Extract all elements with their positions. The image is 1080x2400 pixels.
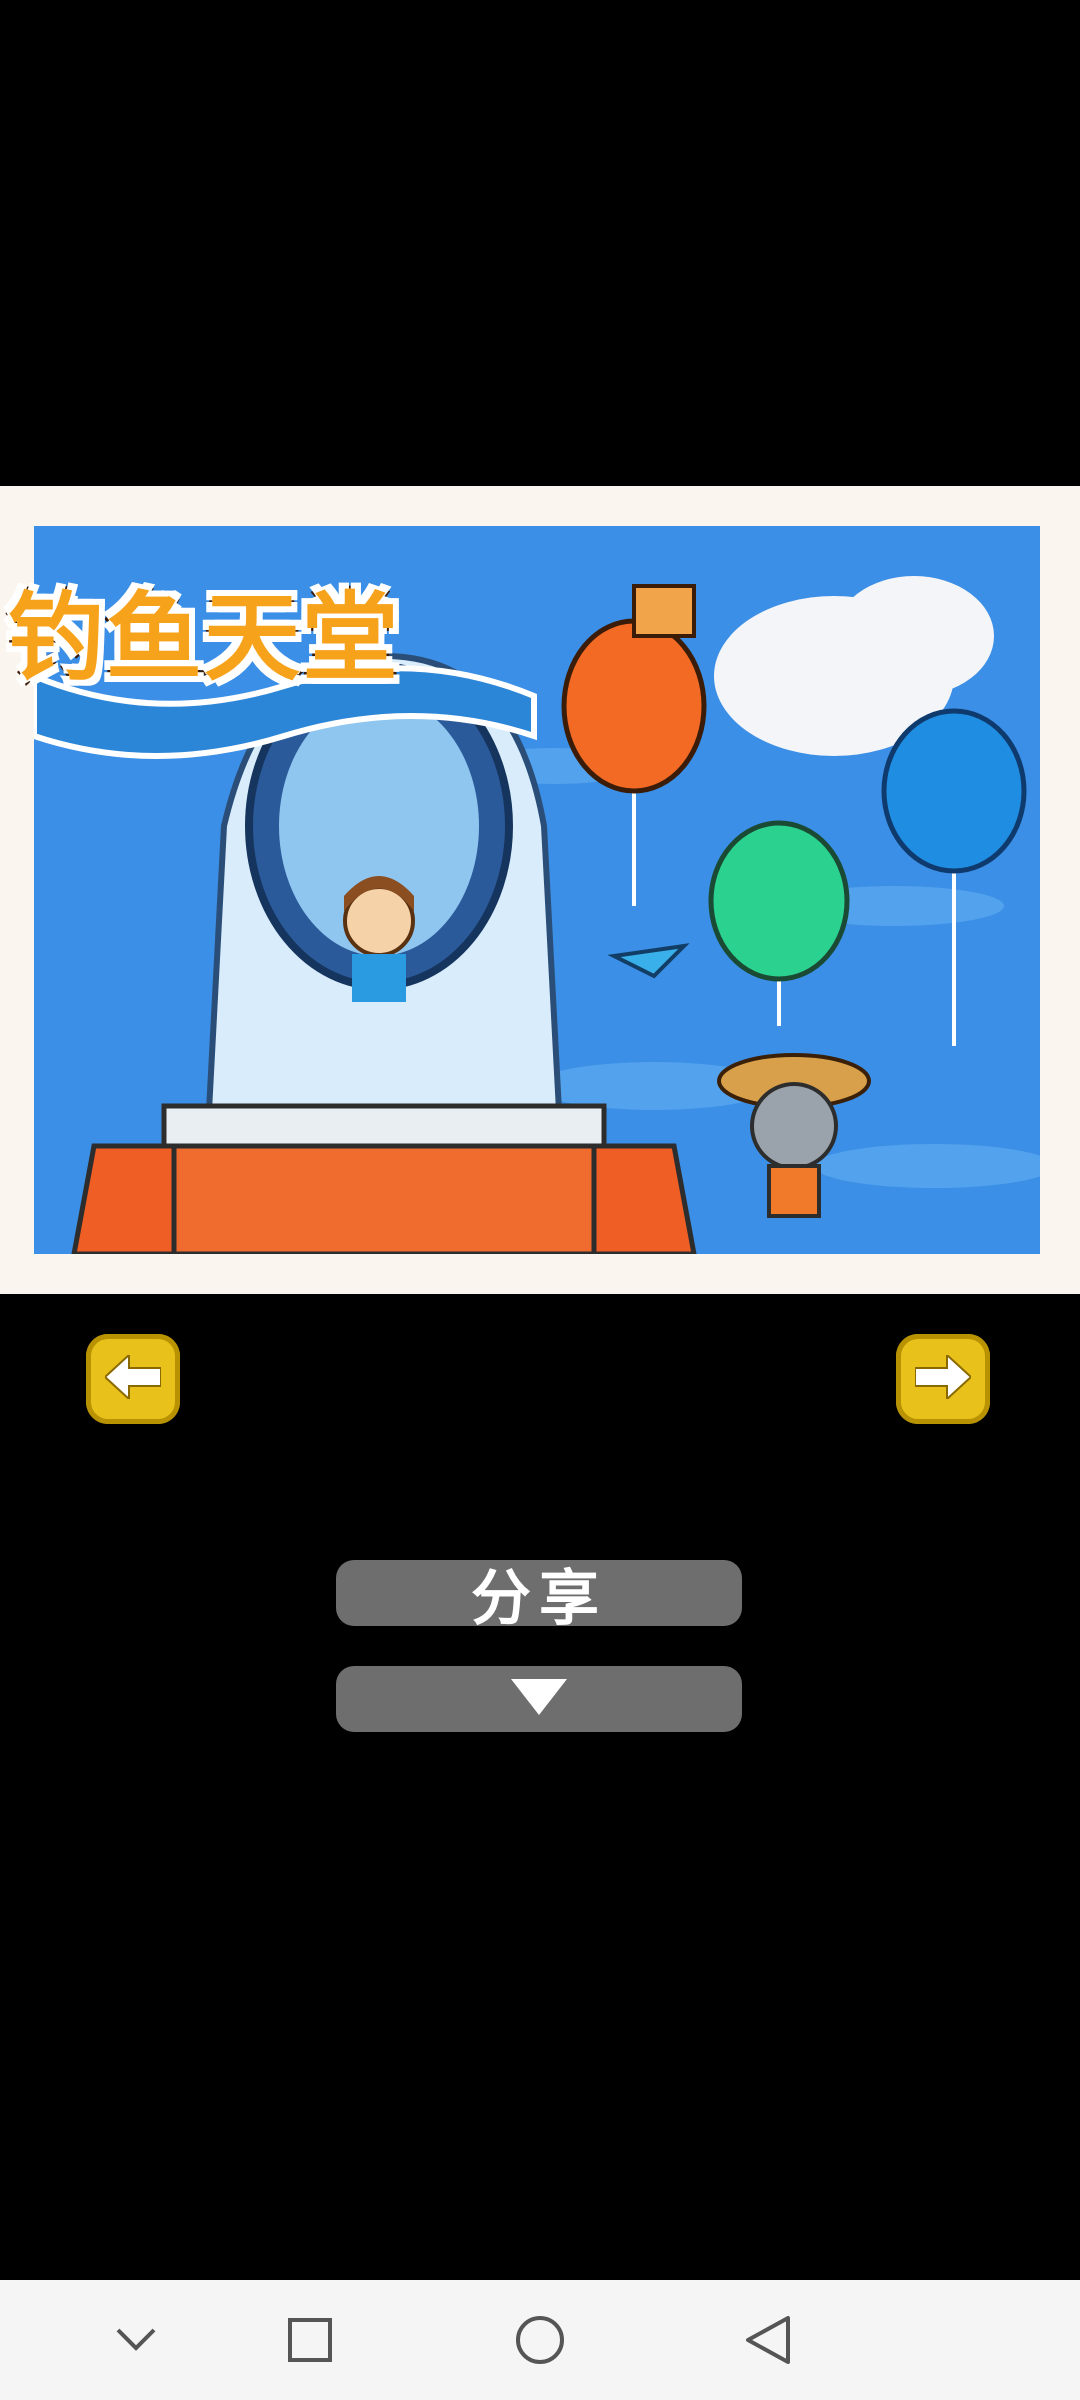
next-button[interactable] <box>896 1334 990 1424</box>
nav-back-button[interactable] <box>736 2310 800 2374</box>
arrow-left-icon <box>103 1352 162 1403</box>
expand-button[interactable] <box>336 1666 742 1732</box>
nav-hide-button[interactable] <box>104 2310 168 2374</box>
square-icon <box>286 2316 334 2368</box>
system-navigation-bar <box>0 2280 1080 2400</box>
triangle-left-icon <box>744 2314 792 2370</box>
nav-recents-button[interactable] <box>278 2310 342 2374</box>
circle-icon <box>514 2314 566 2370</box>
share-button[interactable]: 分享 <box>336 1560 742 1634</box>
arrow-right-icon <box>914 1352 973 1403</box>
chevron-down-icon <box>114 2326 158 2358</box>
nav-home-button[interactable] <box>508 2310 572 2374</box>
previous-button[interactable] <box>86 1334 180 1424</box>
triangle-down-icon <box>511 1679 567 1719</box>
game-title-logo: 钓鱼天堂 <box>5 579 401 697</box>
share-button-label: 分享 <box>471 1563 607 1634</box>
